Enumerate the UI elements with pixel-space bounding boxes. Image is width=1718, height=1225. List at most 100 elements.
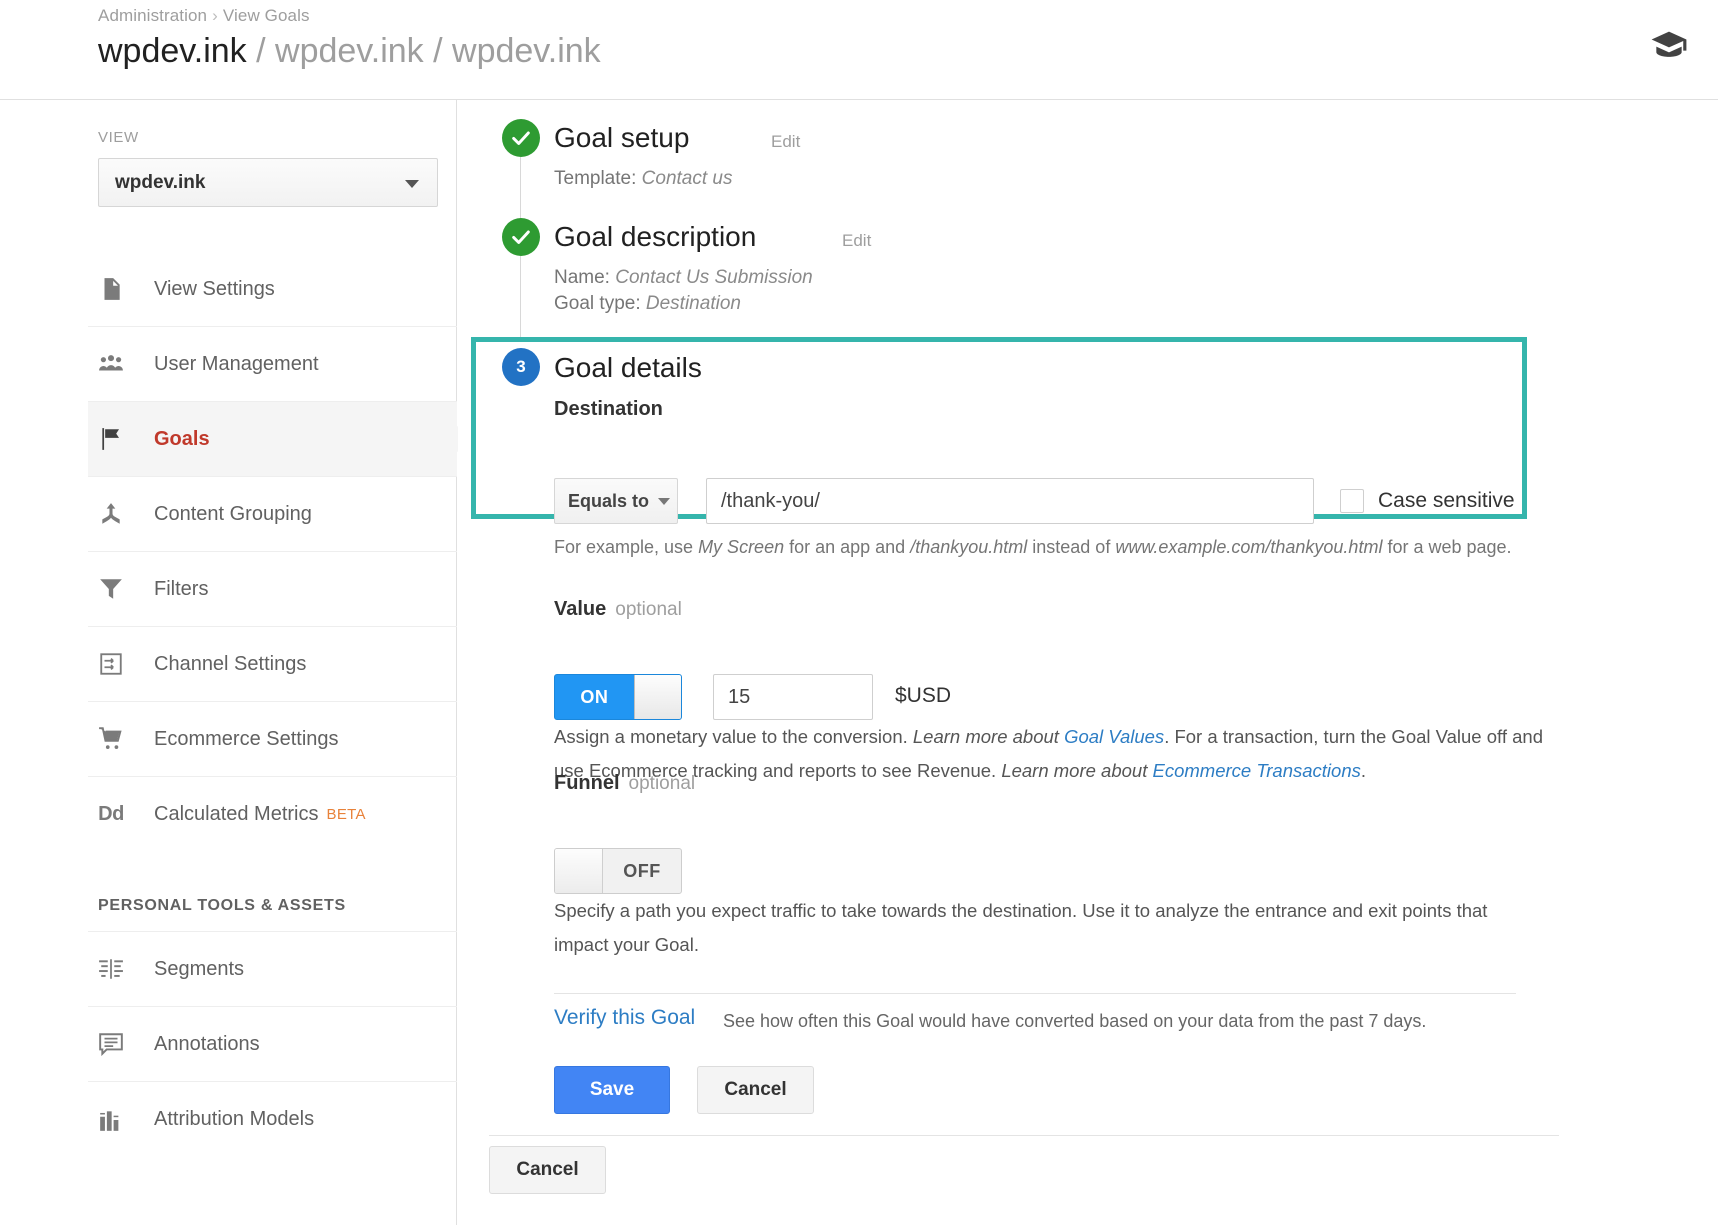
currency-label: $USD — [895, 684, 951, 708]
funnel-description: Specify a path you expect traffic to tak… — [554, 894, 1516, 962]
sidebar-item-view-settings[interactable]: View Settings — [88, 252, 457, 327]
sidebar-item-channel-settings[interactable]: Channel Settings — [88, 627, 457, 702]
beta-badge: BETA — [327, 806, 366, 823]
toggle-knob — [555, 849, 603, 893]
breadcrumb-administration[interactable]: Administration — [98, 6, 207, 25]
value-optional-tag: optional — [615, 599, 682, 620]
sidebar-item-label: User Management — [154, 353, 319, 376]
step-connector-2 — [520, 256, 521, 341]
sidebar-item-content-grouping[interactable]: Content Grouping — [88, 477, 457, 552]
funnel-toggle-state: OFF — [603, 861, 681, 882]
destination-row: Equals to Case sensitive — [554, 478, 1515, 524]
goal-type-label: Goal type: — [554, 293, 646, 314]
step-connector-1 — [520, 157, 521, 226]
sidebar-nav: View Settings User Management Goals Cont… — [88, 252, 457, 1157]
segments-icon — [88, 956, 134, 982]
chevron-down-icon — [658, 498, 670, 505]
goal-name-row: Name: Contact Us Submission — [554, 267, 813, 289]
shopping-cart-icon — [88, 726, 134, 752]
goal-type-value: Destination — [646, 293, 741, 314]
comment-lines-icon — [88, 1031, 134, 1057]
sidebar-item-goals[interactable]: Goals — [88, 402, 457, 477]
view-select[interactable]: wpdev.ink — [98, 158, 438, 207]
section-divider — [554, 993, 1516, 994]
case-sensitive-label: Case sensitive — [1378, 489, 1515, 513]
breadcrumb: Administration › View Goals — [98, 6, 310, 26]
sidebar-item-label: Goals — [154, 428, 210, 451]
hint-part-e: instead of — [1027, 537, 1115, 557]
cancel-button[interactable]: Cancel — [697, 1066, 814, 1114]
value-description: Assign a monetary value to the conversio… — [554, 720, 1554, 788]
sidebar-section-label: PERSONAL TOOLS & ASSETS — [98, 897, 346, 915]
funnel-label: Funnel optional — [554, 772, 695, 795]
page-header: Administration›View Goals wpdev.ink / wp… — [0, 0, 1718, 100]
sidebar-item-label: Filters — [154, 578, 208, 601]
verify-goal-link[interactable]: Verify this Goal — [554, 1006, 695, 1030]
hint-part-a: For example, use — [554, 537, 698, 557]
value-toggle-state: ON — [555, 687, 634, 708]
check-circle-icon — [502, 218, 540, 256]
goal-name-label: Name: — [554, 267, 615, 288]
toggle-knob — [634, 675, 681, 719]
bar-chart-icon — [88, 1107, 134, 1133]
sidebar-section-personal-tools: PERSONAL TOOLS & ASSETS — [88, 852, 457, 932]
destination-hint: For example, use My Screen for an app an… — [554, 537, 1512, 558]
goal-template-row: Template: Contact us — [554, 168, 732, 190]
sidebar: VIEW wpdev.ink View Settings User Manage… — [0, 100, 457, 1225]
value-toggle[interactable]: ON — [554, 674, 682, 720]
sidebar-item-label: Calculated Metrics — [154, 803, 319, 826]
verify-goal-description: See how often this Goal would have conve… — [723, 1011, 1426, 1032]
ecommerce-transactions-link[interactable]: Ecommerce Transactions — [1153, 760, 1361, 781]
bottom-divider — [489, 1135, 1559, 1136]
case-sensitive-checkbox[interactable] — [1340, 489, 1364, 513]
value-desc-e: . — [1361, 760, 1366, 781]
sidebar-item-attribution-models[interactable]: Attribution Models — [88, 1082, 457, 1157]
goal-values-link[interactable]: Goal Values — [1064, 726, 1164, 747]
sidebar-item-label: Ecommerce Settings — [154, 728, 339, 751]
bottom-cancel-button[interactable]: Cancel — [489, 1146, 606, 1194]
sidebar-item-label: Channel Settings — [154, 653, 306, 676]
value-label-text: Value — [554, 598, 606, 620]
value-amount-input[interactable] — [713, 674, 873, 720]
sidebar-item-user-management[interactable]: User Management — [88, 327, 457, 402]
step-title: Goal description — [554, 221, 756, 253]
destination-label: Destination — [554, 398, 663, 421]
goal-template-value: Contact us — [642, 168, 733, 189]
value-desc-a: Assign a monetary value to the conversio… — [554, 726, 913, 747]
sidebar-item-ecommerce-settings[interactable]: Ecommerce Settings — [88, 702, 457, 777]
goal-template-label: Template: — [554, 168, 642, 189]
chevron-down-icon — [405, 180, 419, 188]
sidebar-item-annotations[interactable]: Annotations — [88, 1007, 457, 1082]
view-select-value: wpdev.ink — [115, 172, 205, 194]
hint-part-c: for an app and — [784, 537, 910, 557]
match-type-select[interactable]: Equals to — [554, 478, 678, 524]
breadcrumb-separator: › — [212, 6, 218, 25]
sidebar-item-segments[interactable]: Segments — [88, 932, 457, 1007]
view-label: VIEW — [98, 129, 139, 146]
check-circle-icon — [502, 119, 540, 157]
sidebar-item-label: View Settings — [154, 278, 275, 301]
sidebar-item-filters[interactable]: Filters — [88, 552, 457, 627]
step-number-badge: 3 — [502, 348, 540, 386]
step-title: Goal setup — [554, 122, 689, 154]
edit-goal-setup-link[interactable]: Edit — [771, 132, 800, 152]
funnel-toggle[interactable]: OFF — [554, 848, 682, 894]
destination-input[interactable] — [706, 478, 1314, 524]
funnel-label-text: Funnel — [554, 772, 620, 794]
goal-type-row: Goal type: Destination — [554, 293, 741, 315]
breadcrumb-view-goals[interactable]: View Goals — [223, 6, 310, 25]
step-title: Goal details — [554, 352, 702, 384]
sidebar-item-label: Attribution Models — [154, 1108, 314, 1131]
funnel-optional-tag: optional — [629, 773, 696, 794]
graduation-cap-icon[interactable] — [1650, 30, 1688, 60]
channel-icon — [88, 651, 134, 677]
hint-my-screen: My Screen — [698, 537, 784, 557]
edit-goal-description-link[interactable]: Edit — [842, 231, 871, 251]
sidebar-item-calculated-metrics[interactable]: Dd Calculated Metrics BETA — [88, 777, 457, 852]
value-desc-b: Learn more about — [913, 726, 1064, 747]
value-desc-d: Learn more about — [1001, 760, 1152, 781]
main-content: Goal setup Edit Template: Contact us Goa… — [458, 100, 1718, 1225]
page-title-main: wpdev.ink — [98, 32, 247, 70]
save-button[interactable]: Save — [554, 1066, 670, 1114]
match-type-value: Equals to — [568, 491, 649, 512]
